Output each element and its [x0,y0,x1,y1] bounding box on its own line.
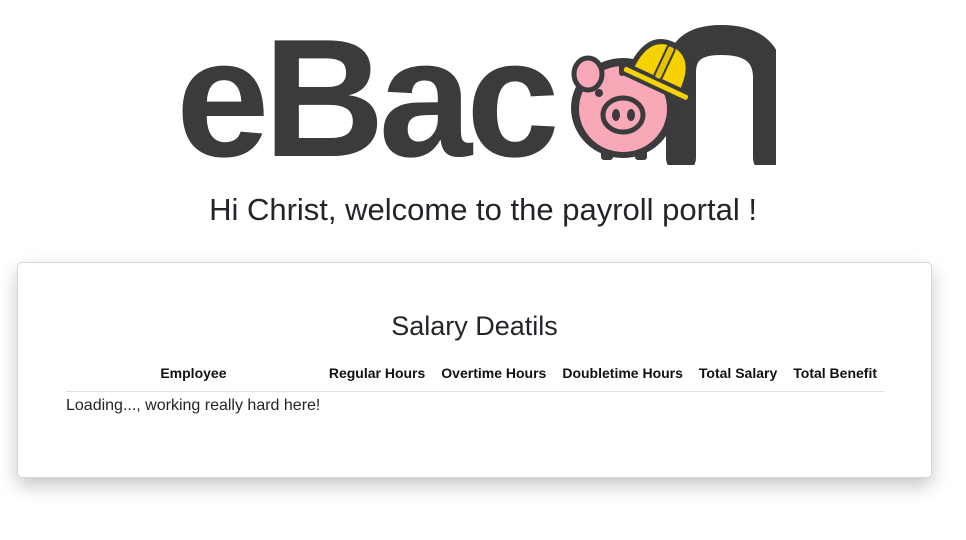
column-header-employee: Employee [66,359,321,392]
welcome-message: Hi Christ, welcome to the payroll portal… [209,192,757,227]
table-row: Loading..., working really hard here! [66,392,885,416]
logo-letter-n [666,24,776,165]
column-header-overtime-hours: Overtime Hours [433,359,555,392]
salary-table: Employee Regular Hours Overtime Hours Do… [66,359,885,415]
column-header-total-benefit: Total Benefit [785,359,885,392]
card-title: Salary Deatils [391,311,558,341]
ebacon-logo: eBac [176,20,776,165]
salary-details-card: Salary Deatils Employee Regular Hours Ov… [17,262,932,478]
column-header-regular-hours: Regular Hours [320,359,434,392]
logo-text: eBac [176,20,555,165]
column-header-total-salary: Total Salary [690,359,786,392]
table-header-row: Employee Regular Hours Overtime Hours Do… [66,359,885,392]
loading-message: Loading..., working really hard here! [66,397,321,414]
column-header-doubletime-hours: Doubletime Hours [554,359,691,392]
